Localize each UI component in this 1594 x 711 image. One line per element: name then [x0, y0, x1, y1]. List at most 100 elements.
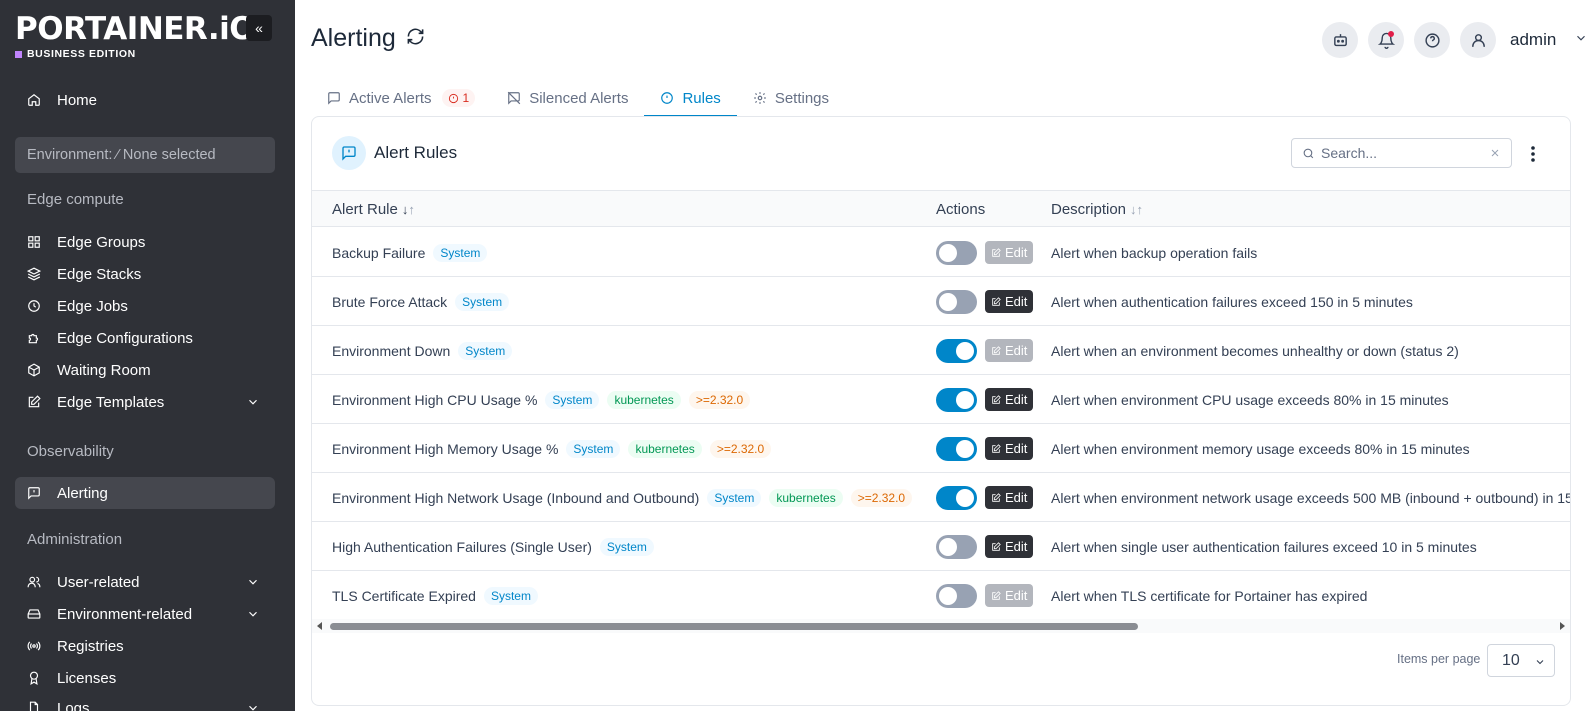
search-icon: [1303, 148, 1314, 158]
edit-button[interactable]: Edit: [985, 437, 1034, 460]
edit-label: Edit: [1005, 245, 1028, 260]
items-per-page-value: 10: [1502, 651, 1520, 669]
column-header-description[interactable]: Description ↓↑: [1051, 201, 1143, 218]
column-label: Description: [1051, 201, 1127, 218]
edit-button[interactable]: Edit: [985, 241, 1034, 264]
enable-toggle[interactable]: [936, 534, 977, 559]
edit-button[interactable]: Edit: [985, 535, 1034, 558]
chevron-down-icon: [246, 607, 260, 621]
sidebar-item-licenses[interactable]: Licenses: [15, 662, 275, 694]
home-icon: [27, 93, 41, 107]
rule-description: Alert when TLS certificate for Portainer…: [1051, 587, 1368, 604]
rule-name: Environment High Network Usage (Inbound …: [332, 489, 700, 506]
rule-name: Brute Force Attack: [332, 293, 448, 310]
enable-toggle[interactable]: [936, 240, 977, 265]
message-icon: [328, 92, 340, 105]
enable-toggle[interactable]: [936, 338, 977, 363]
edit-button[interactable]: Edit: [985, 388, 1034, 411]
tab-silenced-alerts[interactable]: Silenced Alerts: [491, 80, 644, 116]
sidebar-item-edge-configurations[interactable]: Edge Configurations: [15, 322, 275, 354]
edition-square-icon: [15, 50, 22, 58]
portainer-logo[interactable]: PORTAINER.iO BUSINESS EDITION: [15, 12, 256, 60]
puzzle-icon: [27, 331, 41, 345]
enable-toggle[interactable]: [936, 485, 977, 510]
tab-rules[interactable]: Rules: [644, 80, 738, 117]
ai-assistant-button[interactable]: [1322, 22, 1358, 58]
column-label: Actions: [936, 201, 986, 218]
sidebar-item-user-related[interactable]: User-related: [15, 566, 275, 598]
actions-cell: Edit: [936, 473, 1034, 522]
sidebar-item-environment-related[interactable]: Environment-related: [15, 598, 275, 630]
chevron-down-icon: [246, 575, 260, 589]
sidebar-item-label: Environment-related: [57, 605, 193, 623]
sidebar-item-edge-templates[interactable]: Edge Templates: [15, 386, 275, 418]
table-row: Environment High Network Usage (Inbound …: [312, 473, 1570, 522]
more-options-icon[interactable]: [1526, 144, 1540, 164]
horizontal-scrollbar[interactable]: [312, 619, 1570, 633]
rule-description: Alert when environment CPU usage exceeds…: [1051, 391, 1449, 408]
refresh-icon[interactable]: [406, 24, 425, 53]
table-row: TLS Certificate Expired System Edit Alert w…: [312, 571, 1570, 620]
enable-toggle[interactable]: [936, 583, 977, 608]
alert-circle-icon: [661, 92, 674, 104]
scroll-left-icon[interactable]: [317, 622, 322, 630]
edit-label: Edit: [1005, 490, 1028, 505]
message-alert-icon: [332, 136, 366, 170]
tab-settings[interactable]: Settings: [737, 80, 845, 116]
user-name[interactable]: admin: [1510, 30, 1556, 50]
rule-name: High Authentication Failures (Single Use…: [332, 538, 592, 555]
rule-name: Environment Down: [332, 342, 451, 359]
rule-name-cell: Environment Down System: [332, 326, 513, 375]
sidebar-item-alerting[interactable]: Alerting: [15, 477, 275, 509]
notifications-button[interactable]: [1368, 22, 1404, 58]
radio-icon: [27, 639, 41, 653]
collapse-sidebar-button[interactable]: «: [246, 15, 272, 41]
sidebar-item-edge-groups[interactable]: Edge Groups: [15, 226, 275, 258]
edit-icon: [992, 492, 1001, 502]
section-edge-compute: Edge compute: [27, 191, 124, 208]
search-box[interactable]: [1291, 138, 1512, 168]
sidebar-item-label: Alerting: [57, 484, 108, 502]
tab-active-alerts[interactable]: Active Alerts 1: [311, 80, 491, 116]
sidebar-item-waiting-room[interactable]: Waiting Room: [15, 354, 275, 386]
alert-rules-card: Alert Rules Alert Rule ↓↑ Actions Descri…: [311, 116, 1571, 706]
sidebar-item-logs[interactable]: Logs: [15, 692, 275, 711]
edit-button[interactable]: Edit: [985, 584, 1034, 607]
tab-label: Active Alerts: [349, 89, 432, 107]
edit-button[interactable]: Edit: [985, 486, 1034, 509]
edit-button[interactable]: Edit: [985, 290, 1034, 313]
sidebar-item-edge-jobs[interactable]: Edge Jobs: [15, 290, 275, 322]
edit-label: Edit: [1005, 294, 1028, 309]
edit-label: Edit: [1005, 441, 1028, 456]
enable-toggle[interactable]: [936, 436, 977, 461]
message-off-icon: [507, 91, 521, 105]
gear-icon: [753, 92, 766, 104]
sidebar-item-home[interactable]: Home: [15, 84, 275, 116]
search-input[interactable]: [1321, 145, 1481, 161]
bot-icon: [1333, 33, 1347, 46]
edit-button[interactable]: Edit: [985, 339, 1034, 362]
items-per-page-select[interactable]: 10: [1487, 644, 1555, 677]
system-tag: System: [455, 292, 510, 311]
help-button[interactable]: [1414, 22, 1450, 58]
user-avatar[interactable]: [1460, 22, 1496, 58]
edit-icon: [992, 590, 1001, 600]
column-header-alert-rule[interactable]: Alert Rule ↓↑: [332, 201, 415, 218]
enable-toggle[interactable]: [936, 387, 977, 412]
section-observability: Observability: [27, 443, 114, 460]
chevron-down-icon[interactable]: [1566, 31, 1588, 50]
edition-label: BUSINESS EDITION: [15, 48, 255, 60]
scroll-right-icon[interactable]: [1560, 622, 1565, 630]
close-icon[interactable]: [1489, 146, 1501, 164]
edit-icon: [992, 247, 1001, 257]
sidebar-item-label: Edge Templates: [57, 393, 165, 411]
scrollbar-thumb[interactable]: [330, 623, 1138, 630]
rule-description: Alert when environment network usage exc…: [1051, 489, 1571, 506]
system-tag: System: [707, 488, 762, 507]
actions-cell: Edit: [936, 424, 1034, 473]
enable-toggle[interactable]: [936, 289, 977, 314]
environment-selector[interactable]: Environment: ∕ None selected: [15, 137, 275, 173]
system-tag: System: [433, 243, 488, 262]
sidebar-item-edge-stacks[interactable]: Edge Stacks: [15, 258, 275, 290]
sidebar-item-registries[interactable]: Registries: [15, 630, 275, 662]
